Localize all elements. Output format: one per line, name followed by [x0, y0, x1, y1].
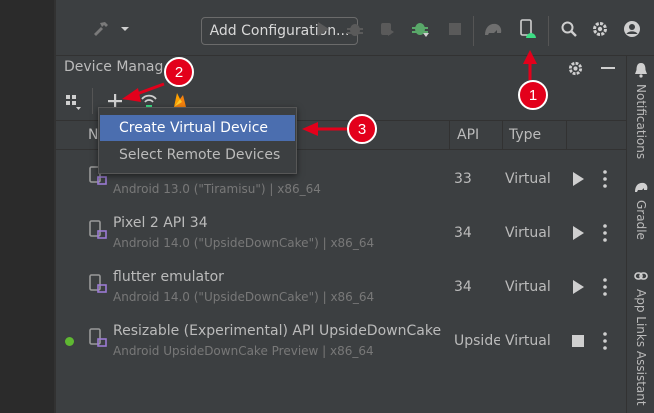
table-row[interactable]: flutter emulator Android 14.0 ("UpsideDo… [56, 259, 626, 313]
device-subtitle: Android 14.0 ("UpsideDownCake") | x86_64 [113, 236, 375, 250]
menu-item-create-virtual-device[interactable]: Create Virtual Device [100, 115, 295, 141]
editor-area [0, 0, 56, 413]
column-separator[interactable] [502, 121, 503, 149]
launch-icon[interactable] [570, 225, 586, 241]
annotation-badge-2: 2 [164, 57, 194, 87]
launch-icon[interactable] [570, 279, 586, 295]
tab-label: Notifications [634, 84, 648, 160]
grid-icon[interactable] [62, 90, 84, 112]
running-status-dot [65, 337, 74, 346]
menu-item-select-remote-devices[interactable]: Select Remote Devices [100, 142, 295, 168]
apply-changes-icon[interactable] [376, 18, 398, 40]
gradle-elephant-icon [635, 182, 648, 192]
add-device-menu: Create Virtual Device Select Remote Devi… [98, 107, 297, 174]
device-subtitle: Android 13.0 ("Tiramisu") | x86_64 [113, 182, 321, 196]
toolbar-separator [473, 16, 474, 46]
column-header-name[interactable]: N [88, 127, 98, 143]
device-name: Pixel 2 API 34 [113, 215, 208, 231]
annotation-badge-3: 3 [347, 114, 377, 144]
device-api: 33 [454, 171, 472, 187]
bell-icon [635, 63, 647, 78]
column-header-api[interactable]: API [457, 127, 479, 143]
device-api: 34 [454, 279, 472, 295]
more-vertical-icon[interactable] [600, 277, 610, 297]
tab-gradle[interactable]: Gradle [627, 180, 654, 240]
main-toolbar: Add Configuration... [56, 0, 654, 56]
device-api: UpsideDownCake [454, 333, 500, 349]
launch-icon[interactable] [570, 171, 586, 187]
right-tool-strip: Notifications Gradle App Links Assistant [626, 56, 654, 413]
more-vertical-icon[interactable] [600, 169, 610, 189]
debug-icon[interactable] [344, 18, 366, 40]
build-hammer-icon[interactable] [90, 18, 112, 40]
tab-label: Gradle [634, 200, 648, 240]
device-type: Virtual [505, 171, 551, 187]
tab-app-links-assistant[interactable]: App Links Assistant [627, 269, 654, 406]
attach-debugger-icon[interactable] [410, 18, 432, 40]
minimize-icon[interactable] [598, 58, 618, 78]
device-type: Virtual [505, 225, 551, 241]
account-icon[interactable] [621, 18, 643, 40]
search-icon[interactable] [558, 18, 580, 40]
device-subtitle: Android 14.0 ("UpsideDownCake") | x86_64 [113, 290, 375, 304]
tab-label: App Links Assistant [634, 289, 648, 406]
device-name: Resizable (Experimental) API UpsideDownC… [113, 323, 442, 339]
link-icon [634, 272, 648, 280]
annotation-badge-1: 1 [518, 80, 548, 110]
gear-icon[interactable] [565, 58, 585, 78]
virtual-device-icon [89, 328, 107, 347]
sync-gradle-icon[interactable] [482, 18, 504, 40]
virtual-device-icon [89, 274, 107, 293]
device-subtitle: Android UpsideDownCake Preview | x86_64 [113, 344, 374, 358]
device-manager-icon[interactable] [516, 18, 538, 40]
toolbar-separator [548, 16, 549, 46]
add-configuration-button[interactable]: Add Configuration... [201, 17, 358, 45]
table-row[interactable]: Resizable (Experimental) API UpsideDownC… [56, 313, 626, 367]
device-type: Virtual [505, 279, 551, 295]
stop-icon[interactable] [444, 18, 466, 40]
column-separator[interactable] [449, 121, 450, 149]
device-name: flutter emulator [113, 269, 224, 285]
device-api: 34 [454, 225, 472, 241]
table-row[interactable]: Pixel 2 API 34 Android 14.0 ("UpsideDown… [56, 205, 626, 259]
more-vertical-icon[interactable] [600, 223, 610, 243]
gear-icon[interactable] [589, 18, 611, 40]
tab-notifications[interactable]: Notifications [627, 62, 654, 159]
more-vertical-icon[interactable] [600, 331, 610, 351]
stop-icon[interactable] [570, 333, 586, 349]
column-separator[interactable] [566, 121, 567, 149]
virtual-device-icon [89, 220, 107, 239]
panel-title: Device Manager [64, 59, 164, 75]
column-header-type[interactable]: Type [509, 127, 541, 143]
toolbar-separator [92, 88, 93, 114]
device-type: Virtual [505, 333, 551, 349]
run-icon[interactable] [312, 18, 334, 40]
chevron-down-icon[interactable] [114, 18, 136, 40]
